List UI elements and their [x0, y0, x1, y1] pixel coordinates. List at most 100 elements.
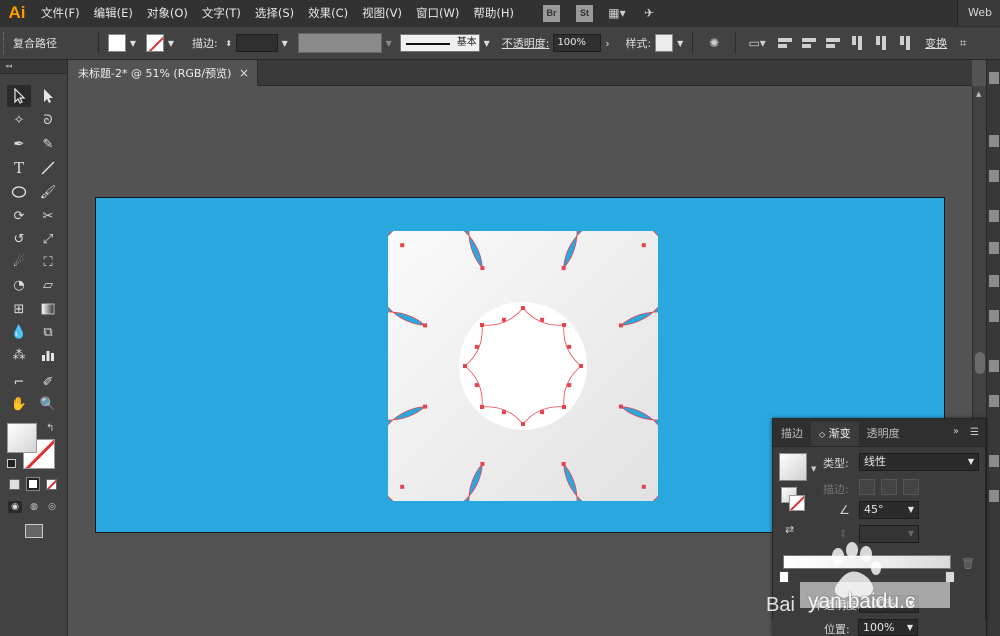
default-colors-icon[interactable] — [7, 459, 16, 468]
gradient-preview-swatch[interactable] — [779, 453, 807, 481]
panel-icon[interactable] — [989, 135, 999, 147]
stroke-weight-input[interactable] — [235, 34, 278, 52]
menu-edit[interactable]: 编辑(E) — [87, 0, 140, 26]
panel-icon[interactable] — [989, 455, 999, 467]
transform-button[interactable]: 变换 — [921, 35, 951, 51]
anchor-point[interactable] — [480, 323, 484, 327]
stepper-icon[interactable]: ⬍ — [222, 34, 236, 52]
hand-icon[interactable]: ✋ — [7, 393, 31, 415]
anchor-point[interactable] — [521, 422, 525, 426]
scrollbar-thumb[interactable] — [975, 352, 985, 374]
shape-builder-icon[interactable]: ◔ — [7, 274, 31, 296]
free-transform-icon[interactable]: ⛶ — [36, 251, 60, 273]
artboard-icon[interactable]: ⌐ — [7, 371, 31, 393]
shaper-icon[interactable]: ⟳ — [7, 205, 31, 227]
stock-button[interactable]: St — [575, 4, 593, 22]
anchor-point[interactable] — [501, 410, 506, 415]
none-mode-button[interactable] — [46, 479, 57, 490]
slice-icon[interactable]: ✐ — [36, 371, 60, 393]
draw-behind-icon[interactable]: ◍ — [27, 501, 41, 513]
type-icon[interactable]: T — [7, 157, 31, 179]
panel-icon[interactable] — [989, 310, 999, 322]
panel-menu-icon[interactable]: ☰ — [970, 427, 979, 438]
paintbrush-icon[interactable]: 🖌 — [36, 181, 60, 203]
direct-selection-icon[interactable] — [36, 85, 60, 107]
anchor-point[interactable] — [423, 323, 428, 328]
pen-icon[interactable]: ✒ — [7, 133, 31, 155]
ellipse-icon[interactable] — [7, 181, 31, 203]
selection-icon[interactable] — [7, 85, 31, 107]
document-tab[interactable]: 未标题-2* @ 51% (RGB/预览) × — [68, 60, 258, 86]
scissors-icon[interactable]: ✂ — [36, 205, 60, 227]
rotate-icon[interactable]: ↺ — [7, 228, 31, 250]
anchor-point[interactable] — [400, 484, 405, 489]
tab-transparency[interactable]: 透明度 — [859, 422, 908, 446]
gradient-mode-button[interactable] — [26, 477, 40, 491]
symbol-sprayer-icon[interactable]: ⁂ — [7, 344, 31, 366]
scroll-up-icon[interactable]: ▲ — [976, 90, 981, 98]
reverse-gradient-icon[interactable]: ⇄ — [785, 523, 794, 536]
warp-icon[interactable]: ☄ — [7, 251, 31, 273]
panel-icon[interactable] — [989, 395, 999, 407]
variable-width-profile[interactable] — [297, 33, 382, 53]
chevron-down-icon[interactable]: ▼ — [382, 34, 396, 52]
stop-location-input[interactable]: 100% ▼ — [858, 619, 918, 636]
tab-stroke[interactable]: 描边 — [773, 422, 811, 446]
align-top-icon[interactable] — [849, 34, 865, 52]
anchor-point[interactable] — [474, 344, 479, 349]
magic-wand-icon[interactable]: ✧ — [7, 109, 31, 131]
anchor-point[interactable] — [618, 323, 623, 328]
align-right-icon[interactable] — [824, 35, 842, 51]
anchor-point[interactable] — [562, 405, 566, 409]
blend-icon[interactable]: ⧉ — [36, 321, 60, 343]
panel-icon[interactable] — [989, 275, 999, 287]
close-icon[interactable]: × — [239, 66, 249, 80]
bridge-button[interactable]: Br — [542, 4, 560, 22]
gradient-icon[interactable] — [36, 298, 60, 320]
panel-icon[interactable] — [989, 360, 999, 372]
fill-color-swatch[interactable] — [7, 423, 37, 453]
gradient-type-select[interactable]: 线性 ▼ — [859, 453, 979, 471]
panel-icon[interactable] — [989, 490, 999, 502]
gpu-performance-icon[interactable]: ✈ — [639, 6, 659, 20]
menu-select[interactable]: 选择(S) — [248, 0, 301, 26]
anchor-point[interactable] — [561, 461, 566, 466]
menu-file[interactable]: 文件(F) — [34, 0, 87, 26]
angle-input[interactable]: 45° ▼ — [859, 501, 919, 519]
anchor-point[interactable] — [480, 461, 485, 466]
screen-mode-icon[interactable] — [25, 524, 43, 538]
anchor-point[interactable] — [567, 383, 572, 388]
mesh-icon[interactable]: ⊞ — [7, 298, 31, 320]
anchor-point[interactable] — [618, 404, 623, 409]
arrange-documents-icon[interactable]: ▦▾ — [607, 6, 627, 20]
scale-icon[interactable]: ⤢ — [36, 228, 60, 250]
recolor-artwork-icon[interactable]: ✺ — [704, 36, 724, 50]
column-graph-icon[interactable] — [36, 344, 60, 366]
panel-icon[interactable] — [989, 210, 999, 222]
aspect-ratio-input[interactable]: ▼ — [859, 525, 919, 543]
graphic-style-swatch[interactable] — [655, 34, 674, 52]
anchor-point[interactable] — [480, 266, 485, 271]
anchor-point[interactable] — [540, 410, 545, 415]
stroke-along-button[interactable] — [881, 479, 897, 495]
chevron-down-icon[interactable]: ▼ — [126, 34, 140, 52]
perspective-icon[interactable]: ▱ — [36, 274, 60, 296]
anchor-point[interactable] — [474, 383, 479, 388]
align-center-icon[interactable] — [800, 35, 818, 51]
align-bottom-icon[interactable] — [897, 34, 913, 52]
stroke-across-button[interactable] — [903, 479, 919, 495]
draw-normal-icon[interactable]: ◉ — [8, 501, 22, 513]
panel-icon[interactable] — [989, 170, 999, 182]
isolate-icon[interactable]: ⌗ — [953, 36, 973, 50]
line-icon[interactable] — [36, 157, 60, 179]
menu-object[interactable]: 对象(O) — [140, 0, 195, 26]
gradient-stroke-swatch[interactable] — [789, 495, 805, 511]
chevron-down-icon[interactable]: ▼ — [480, 34, 494, 52]
anchor-point[interactable] — [562, 323, 566, 327]
anchor-point[interactable] — [423, 404, 428, 409]
fill-stroke-indicator[interactable] — [781, 487, 805, 511]
align-middle-icon[interactable] — [873, 34, 889, 52]
anchor-point[interactable] — [641, 243, 646, 248]
zoom-icon[interactable]: 🔍 — [36, 393, 60, 415]
menu-type[interactable]: 文字(T) — [195, 0, 248, 26]
